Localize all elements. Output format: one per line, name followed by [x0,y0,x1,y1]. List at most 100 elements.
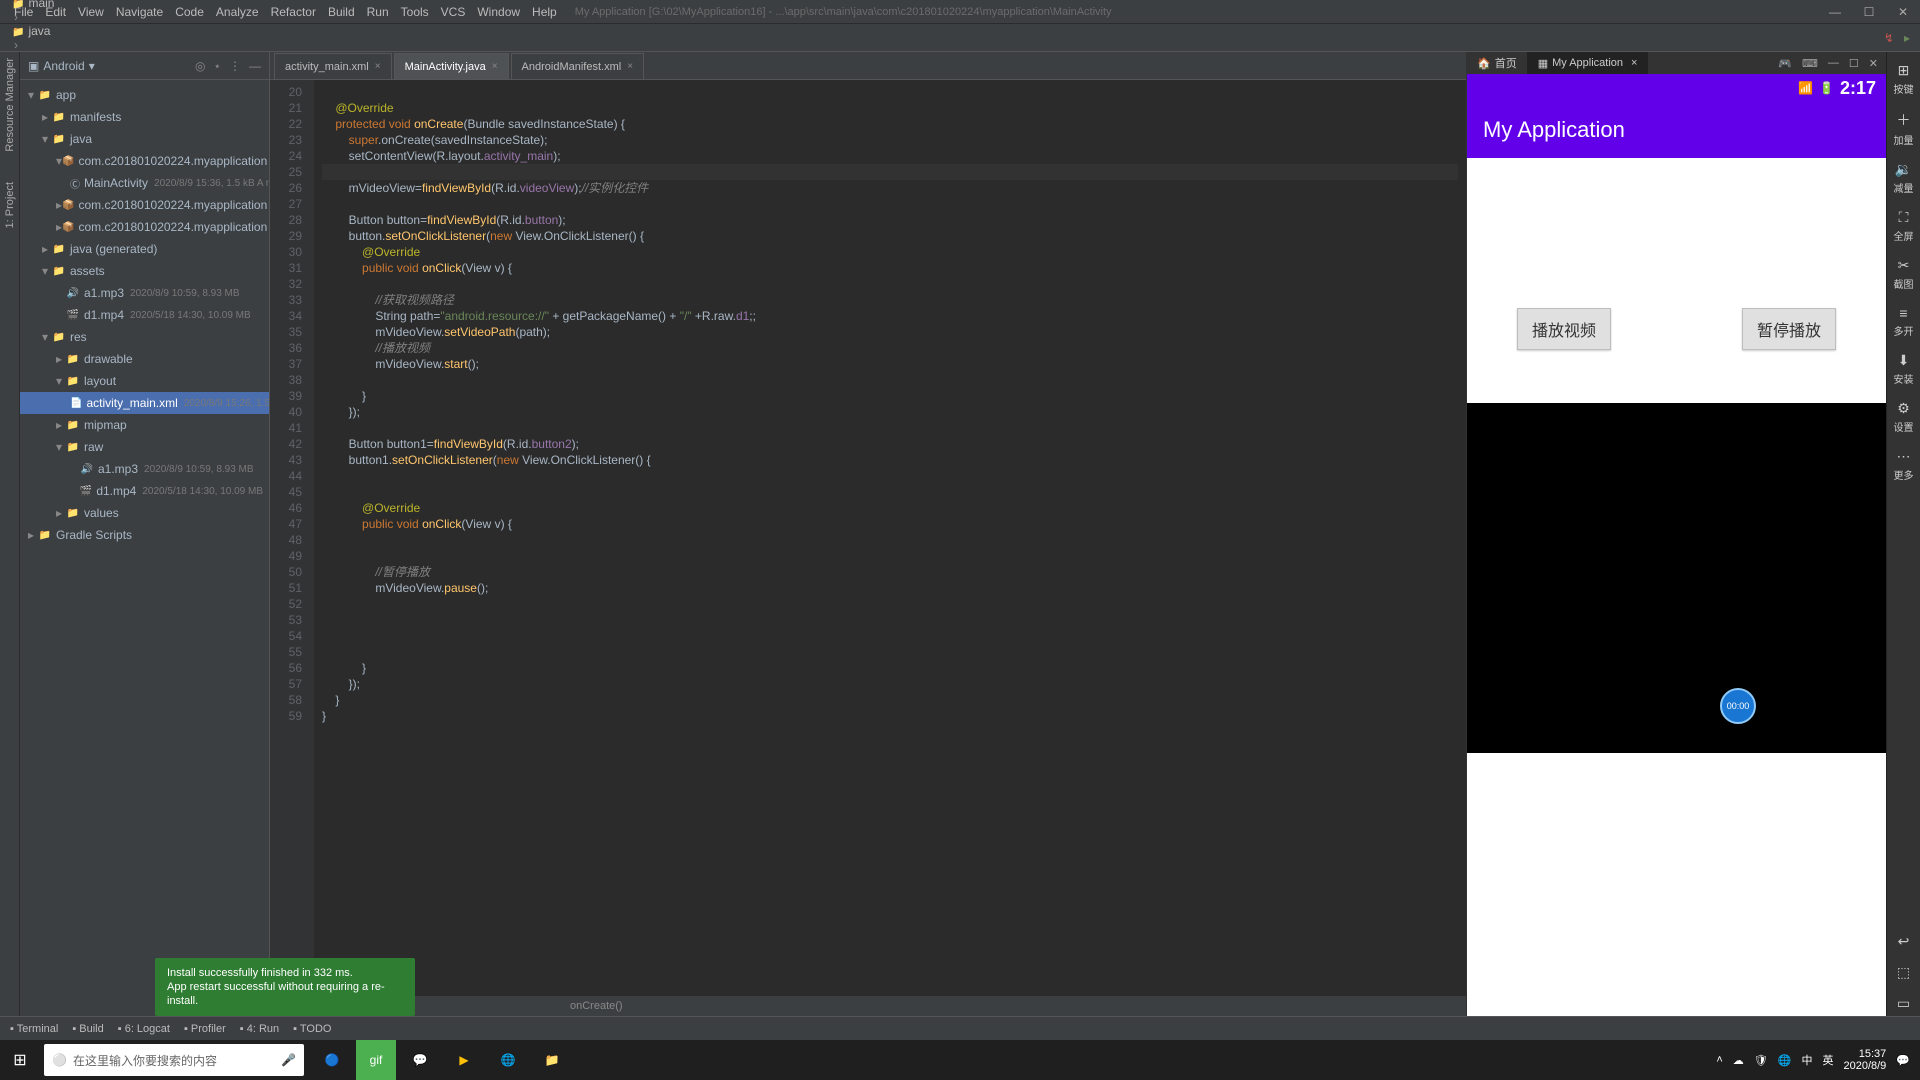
close-icon[interactable]: × [375,61,381,72]
pause-video-button[interactable]: 暂停播放 [1742,308,1836,350]
menu-vcs[interactable]: VCS [435,5,472,19]
breadcrumb-item[interactable]: java [10,24,119,38]
project-tab[interactable]: 1: Project [4,182,16,228]
build-status-icon[interactable]: ↯ [1884,31,1894,45]
menu-help[interactable]: Help [526,5,563,19]
project-view-selector[interactable]: ▣ Android ▾ [28,59,95,73]
menu-tools[interactable]: Tools [395,5,435,19]
editor-tab[interactable]: activity_main.xml× [274,53,392,79]
minimize-button[interactable]: — [1818,0,1852,24]
ime-lang1[interactable]: 中 [1801,1052,1812,1068]
tray-onedrive-icon[interactable]: ☁ [1733,1054,1744,1067]
tree-node[interactable]: 🎬d1.mp42020/5/18 14:30, 10.09 MB [20,304,269,326]
emu-nav[interactable]: ⬚ [1897,960,1910,985]
ime-lang2[interactable]: 英 [1822,1052,1833,1068]
emu-tool-更多[interactable]: ⋯更多 [1894,444,1914,486]
resource-manager-tab[interactable]: Resource Manager [4,58,16,152]
video-view[interactable] [1467,403,1886,753]
tree-node[interactable]: ▾📁raw [20,436,269,458]
bottom-tab[interactable]: ▪ 4: Run [240,1023,279,1035]
menu-refactor[interactable]: Refactor [265,5,322,19]
tray-network-icon[interactable]: 🌐 [1778,1054,1792,1067]
tree-node[interactable]: ▸📁mipmap [20,414,269,436]
emu-tool-减量[interactable]: 🔉减量 [1894,157,1914,199]
tree-node[interactable]: ▾📁res [20,326,269,348]
editor-tab[interactable]: MainActivity.java× [394,53,509,79]
windows-taskbar: ⊞ ⚪ 在这里输入你要搜索的内容 🎤 🔵 gif 💬 ▶ 🌐 📁 ˄ ☁ 🛡 🌐… [0,1040,1920,1080]
tree-node[interactable]: 🎬d1.mp42020/5/18 14:30, 10.09 MB [20,480,269,502]
emu-tab-app[interactable]: ▦My Application× [1528,52,1649,74]
emu-tool-安装[interactable]: ⬇安装 [1894,348,1914,390]
tree-node[interactable]: ▾📦com.c201801020224.myapplication [20,150,269,172]
notifications-icon[interactable]: 💬 [1896,1054,1910,1067]
emu-close-icon[interactable]: ✕ [1869,57,1878,70]
windows-search[interactable]: ⚪ 在这里输入你要搜索的内容 🎤 [44,1044,304,1076]
emu-tool-按键[interactable]: ⊞按键 [1894,58,1914,100]
bottom-tab[interactable]: ▪ TODO [293,1023,331,1035]
emu-max-icon[interactable]: ☐ [1849,57,1859,70]
tree-node[interactable]: ▸📁Gradle Scripts [20,524,269,546]
menu-code[interactable]: Code [169,5,210,19]
tree-node[interactable]: 📄activity_main.xml2020/8/9 15:26, 1.58 k… [20,392,269,414]
tree-node[interactable]: ▾📁assets [20,260,269,282]
settings-icon[interactable]: ⋮ [229,59,241,73]
emu-tool-多开[interactable]: ≡多开 [1894,301,1914,342]
tray-chevron-icon[interactable]: ˄ [1716,1054,1722,1066]
menu-run[interactable]: Run [361,5,395,19]
emu-tool-设置[interactable]: ⚙设置 [1894,396,1914,438]
tree-node[interactable]: ▸📁manifests [20,106,269,128]
keyboard-icon[interactable]: ⌨ [1802,57,1818,70]
device-icon[interactable]: ▸ [1904,31,1910,45]
emu-nav[interactable]: ↩ [1898,929,1910,954]
code-editor[interactable]: @Override protected void onCreate(Bundle… [314,80,1466,996]
bottom-tab[interactable]: ▪ Profiler [184,1023,226,1035]
tree-node[interactable]: ▸📁java (generated) [20,238,269,260]
tree-node[interactable]: ▾📁layout [20,370,269,392]
tree-node[interactable]: ▸📁drawable [20,348,269,370]
editor-tab[interactable]: AndroidManifest.xml× [511,53,645,79]
close-button[interactable]: ✕ [1886,0,1920,24]
taskbar-app-wechat[interactable]: 💬 [400,1040,440,1080]
bottom-tab[interactable]: ▪ Build [72,1023,103,1035]
emu-tool-截图[interactable]: ✂截图 [1894,253,1914,295]
maximize-button[interactable]: ☐ [1852,0,1886,24]
target-icon[interactable]: ◎ [195,59,205,73]
tree-node[interactable]: ▾📁app [20,84,269,106]
hide-icon[interactable]: — [249,59,261,73]
bottom-tab[interactable]: ▪ Terminal [10,1023,58,1035]
menu-navigate[interactable]: Navigate [110,5,169,19]
close-icon[interactable]: × [627,61,633,72]
collapse-icon[interactable]: ⋆ [213,59,221,73]
start-button[interactable]: ⊞ [0,1040,40,1080]
menu-analyze[interactable]: Analyze [210,5,265,19]
home-icon: 🏠 [1477,57,1491,70]
tree-node[interactable]: ⒸMainActivity2020/8/9 15:36, 1.5 kB A mi… [20,172,269,194]
emu-min-icon[interactable]: — [1828,57,1839,70]
play-video-button[interactable]: 播放视频 [1517,308,1611,350]
taskbar-app-gif[interactable]: gif [356,1040,396,1080]
emu-tool-加量[interactable]: ＋加量 [1894,106,1914,151]
tree-node[interactable]: 🔊a1.mp32020/8/9 10:59, 8.93 MB [20,282,269,304]
tree-node[interactable]: ▸📦com.c201801020224.myapplication (andro… [20,194,269,216]
menu-build[interactable]: Build [322,5,361,19]
taskbar-app-chrome[interactable]: 🌐 [488,1040,528,1080]
taskbar-app-explorer[interactable]: 📁 [532,1040,572,1080]
taskbar-app-edge[interactable]: 🔵 [312,1040,352,1080]
breadcrumb-item[interactable]: main [10,0,119,10]
gamepad-icon[interactable]: 🎮 [1778,57,1792,70]
taskbar-app-potplayer[interactable]: ▶ [444,1040,484,1080]
menu-window[interactable]: Window [471,5,526,19]
emu-tab-home[interactable]: 🏠首页 [1467,52,1528,74]
emu-nav[interactable]: ▭ [1897,991,1910,1016]
project-tree[interactable]: ▾📁app▸📁manifests▾📁java▾📦com.c20180102022… [20,80,269,1016]
system-clock[interactable]: 15:37 2020/8/9 [1843,1048,1886,1072]
tree-node[interactable]: 🔊a1.mp32020/8/9 10:59, 8.93 MB [20,458,269,480]
close-icon[interactable]: × [492,61,498,72]
tree-node[interactable]: ▾📁java [20,128,269,150]
bottom-tab[interactable]: ▪ 6: Logcat [118,1023,170,1035]
close-icon[interactable]: × [1631,57,1637,69]
tree-node[interactable]: ▸📦com.c201801020224.myapplication (test) [20,216,269,238]
tray-security-icon[interactable]: 🛡 [1754,1054,1768,1067]
emu-tool-全屏[interactable]: ⛶全屏 [1894,205,1914,247]
tree-node[interactable]: ▸📁values [20,502,269,524]
